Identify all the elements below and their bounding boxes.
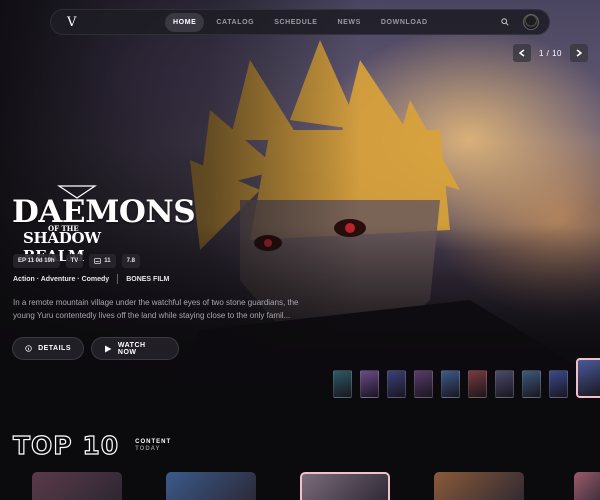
- thumbnail-4[interactable]: [414, 370, 433, 398]
- details-button[interactable]: DETAILS: [12, 337, 84, 360]
- top10-card-3[interactable]: [300, 472, 390, 500]
- chevron-left-icon: [518, 49, 525, 57]
- nav-link-news[interactable]: NEWS: [330, 13, 369, 32]
- pager-next-button[interactable]: [570, 44, 588, 62]
- subtitles-icon: [94, 258, 102, 264]
- top-navbar: V HOME CATALOG SCHEDULE NEWS DOWNLOAD: [50, 9, 550, 35]
- pager-prev-button[interactable]: [512, 44, 531, 62]
- thumbnail-2[interactable]: [360, 370, 379, 398]
- thumbnail-5[interactable]: [441, 370, 460, 398]
- nav-actions: [497, 14, 539, 30]
- studio-name: BONES FILM: [126, 275, 170, 283]
- nav-link-download[interactable]: DOWNLOAD: [373, 13, 436, 32]
- thumbnail-10[interactable]: [576, 358, 600, 398]
- thumbnail-strip: [333, 358, 600, 398]
- top10-title: TOP 10: [12, 431, 120, 460]
- genre-divider: [117, 274, 119, 284]
- hero-pager: 1 / 10: [512, 44, 588, 62]
- thumbnail-1[interactable]: [333, 370, 352, 398]
- chevron-right-icon: [576, 49, 582, 57]
- nav-link-catalog[interactable]: CATALOG: [208, 13, 262, 32]
- thumbnail-3[interactable]: [387, 370, 406, 398]
- top10-card-partial[interactable]: [574, 472, 600, 500]
- watch-label: WATCH NOW: [117, 341, 146, 356]
- watch-now-button[interactable]: WATCH NOW: [91, 337, 179, 360]
- pager-indicator: 1 / 10: [538, 48, 562, 58]
- search-icon[interactable]: [497, 14, 513, 30]
- thumbnail-6[interactable]: [468, 370, 487, 398]
- top10-header: TOP 10 CONTENT TODAY: [12, 431, 171, 460]
- synopsis: In a remote mountain village under the w…: [13, 298, 299, 320]
- info-icon: [25, 345, 32, 352]
- top10-card-4[interactable]: [434, 472, 524, 500]
- nav-link-schedule[interactable]: SCHEDULE: [266, 13, 325, 32]
- avatar[interactable]: [523, 14, 539, 30]
- title-logo: DAEMONS OF THE SHADOW REALM: [12, 185, 196, 265]
- thumbnail-7[interactable]: [495, 370, 514, 398]
- details-label: DETAILS: [38, 345, 71, 352]
- subtitle-count: 11: [104, 258, 111, 264]
- title-line-1: DAEMONS: [12, 194, 196, 230]
- top10-subtitle: CONTENT TODAY: [135, 439, 171, 452]
- genre-list: Action · Adventure · Comedy: [13, 275, 110, 283]
- top10-card-2[interactable]: [166, 472, 256, 500]
- subtitle-count-chip: 11: [89, 254, 116, 268]
- format-chip: TV: [65, 254, 84, 268]
- rating-chip: 7.8: [121, 254, 140, 268]
- play-icon: [104, 345, 112, 352]
- nav-links: HOME CATALOG SCHEDULE NEWS DOWNLOAD: [165, 12, 436, 32]
- episode-chip: EP 11 0d 19h: [13, 254, 60, 268]
- nav-link-home[interactable]: HOME: [165, 12, 205, 32]
- genre-row: Action · Adventure · Comedy BONES FILM: [13, 274, 169, 284]
- site-logo[interactable]: V: [67, 15, 87, 30]
- top10-cards: [32, 472, 524, 500]
- top10-card-1[interactable]: [32, 472, 122, 500]
- thumbnail-9[interactable]: [549, 370, 568, 398]
- meta-chips: EP 11 0d 19h TV 11 7.8: [13, 254, 140, 268]
- thumbnail-8[interactable]: [522, 370, 541, 398]
- top10-subtitle-line-1: CONTENT: [135, 439, 172, 445]
- top10-subtitle-line-2: TODAY: [135, 446, 161, 452]
